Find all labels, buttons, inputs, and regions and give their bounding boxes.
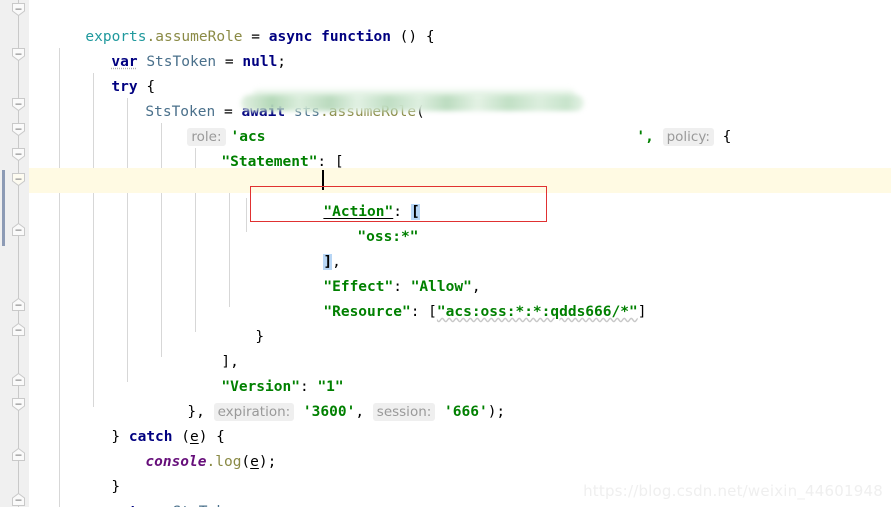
- code-surface[interactable]: exports.assumeRole = async function () {…: [29, 0, 891, 507]
- token-semicolon: ;: [277, 54, 287, 70]
- token-open-bracket: [: [428, 304, 437, 320]
- token-policy-brace: {: [713, 129, 732, 145]
- code-line-16[interactable]: }, expiration: '3600', session: '666');: [135, 375, 505, 421]
- indent-guide: [246, 198, 247, 232]
- fold-marker-open-icon[interactable]: [11, 47, 26, 62]
- token-oss-wildcard-string: "oss:*": [357, 229, 419, 245]
- token-equals: =: [224, 54, 243, 70]
- vcs-change-marker[interactable]: [2, 170, 5, 246]
- token-log-method: .log: [206, 454, 242, 470]
- editor-gutter[interactable]: [0, 0, 29, 507]
- token-colon: :: [410, 304, 429, 320]
- code-line-17[interactable]: } catch (e) {: [59, 400, 225, 445]
- token-error-arg: e: [250, 454, 259, 470]
- code-line-6[interactable]: "Statement": [: [169, 125, 343, 170]
- param-hint-expiration: expiration:: [213, 403, 295, 421]
- annotation-rectangle: [250, 186, 547, 222]
- token-async-function: async function: [268, 29, 391, 45]
- token-close-paren-semicolon: );: [487, 404, 506, 420]
- token-null: null: [242, 54, 278, 70]
- code-line-21[interactable]: };: [33, 500, 103, 507]
- code-line-18[interactable]: console.log(e);: [93, 425, 276, 470]
- code-line-10[interactable]: ],: [271, 225, 341, 270]
- token-console-object: console: [145, 454, 207, 470]
- fold-marker-open-icon[interactable]: [11, 147, 26, 162]
- code-line-12[interactable]: "Resource": ["acs:oss:*:*:qdds666/*"]: [271, 275, 646, 320]
- token-comma: ,: [355, 404, 373, 420]
- token-resource-arn: "acs:oss:*:*:qdds666/*": [436, 304, 638, 320]
- code-line-2[interactable]: var StsToken = null;: [59, 25, 286, 70]
- token-session-value: '666': [435, 404, 488, 420]
- param-hint-session: session:: [372, 403, 436, 421]
- token-params-brace: () {: [390, 29, 435, 45]
- csdn-watermark: https://blog.csdn.net/weixin_44601948: [583, 482, 883, 500]
- fold-rail: [18, 0, 19, 507]
- code-line-19[interactable]: }: [59, 450, 120, 495]
- code-line-15[interactable]: "Version": "1": [169, 350, 343, 395]
- fold-marker-open-icon[interactable]: [11, 122, 26, 137]
- code-line-14[interactable]: ],: [169, 325, 238, 370]
- token-close-bracket: ]: [637, 304, 647, 320]
- fold-marker-end-icon[interactable]: [11, 447, 26, 462]
- token-role-string-close: ',: [636, 129, 663, 145]
- fold-marker-open-icon[interactable]: [11, 172, 26, 187]
- fold-marker-open-icon[interactable]: [11, 97, 26, 112]
- fold-marker-open-icon[interactable]: [11, 2, 26, 17]
- fold-marker-end-icon[interactable]: [11, 372, 26, 387]
- code-line-1[interactable]: exports.assumeRole = async function () {: [33, 0, 434, 45]
- token-open-paren: (: [241, 454, 251, 470]
- token-close-paren-semicolon: );: [258, 454, 277, 470]
- code-line-5-tail[interactable]: ', policy: {: [584, 100, 731, 146]
- token-expiration-value: '3600': [294, 404, 356, 420]
- fold-marker-end-icon[interactable]: [11, 222, 26, 237]
- fold-marker-end-icon[interactable]: [11, 492, 26, 507]
- redacted-role-arn: [241, 95, 584, 111]
- param-hint-policy: policy:: [662, 128, 714, 146]
- token-resource-key: "Resource": [323, 304, 411, 320]
- code-line-3[interactable]: try {: [59, 50, 155, 95]
- fold-marker-open-icon[interactable]: [11, 397, 26, 412]
- token-close-brace: }: [255, 329, 265, 345]
- code-line-13[interactable]: }: [203, 300, 264, 345]
- code-editor[interactable]: exports.assumeRole = async function () {…: [0, 0, 891, 507]
- code-line-11[interactable]: "Effect": "Allow",: [271, 250, 480, 295]
- fold-marker-end-icon[interactable]: [11, 297, 26, 312]
- code-line-20[interactable]: return StsToken: [59, 475, 242, 507]
- fold-marker-end-icon[interactable]: [11, 322, 26, 337]
